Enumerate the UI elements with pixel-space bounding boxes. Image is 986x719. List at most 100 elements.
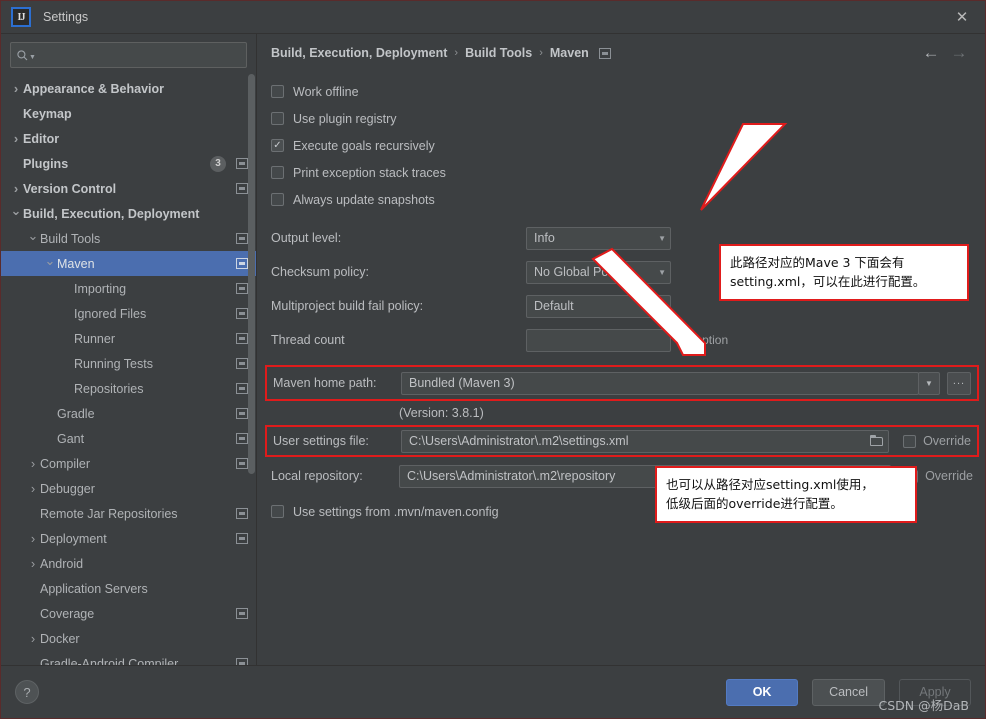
thread-count-input[interactable] <box>526 328 671 352</box>
cancel-button[interactable]: Cancel <box>812 678 885 706</box>
checkbox-work-offline[interactable] <box>271 85 284 98</box>
maven-home-path-input[interactable]: Bundled (Maven 3) <box>401 371 919 395</box>
sidebar-item-label: Gant <box>57 431 85 446</box>
user-settings-override[interactable]: Override <box>903 434 971 448</box>
sidebar-item-running-tests[interactable]: ›Running Tests <box>1 351 256 376</box>
checkbox-print-exception-stack-traces[interactable] <box>271 166 284 179</box>
chevron-right-icon[interactable]: › <box>26 481 40 496</box>
sidebar-item-android[interactable]: › Android <box>1 551 256 576</box>
user-settings-file-input[interactable]: C:\Users\Administrator\.m2\settings.xml <box>401 429 890 453</box>
sidebar-item-keymap[interactable]: ›Keymap <box>1 101 256 126</box>
sidebar-item-application-servers[interactable]: ›Application Servers <box>1 576 256 601</box>
checkbox-label: Use settings from .mvn/maven.config <box>293 504 499 519</box>
settings-tree[interactable]: ›Appearance & Behavior›Keymap›Editor›Plu… <box>1 74 256 665</box>
sidebar-item-label: Plugins <box>23 156 69 171</box>
sidebar-item-label: Running Tests <box>74 356 153 371</box>
breadcrumb-part-2[interactable]: Maven <box>550 46 589 60</box>
sidebar-scrollbar-thumb[interactable] <box>248 74 255 474</box>
sidebar-item-gradle-android-compiler[interactable]: ›Gradle-Android Compiler <box>1 651 256 665</box>
sidebar-item-badge: 3 <box>210 155 226 172</box>
chevron-right-icon[interactable]: › <box>26 556 40 571</box>
sidebar-item-editor[interactable]: › Editor <box>1 126 256 151</box>
chevron-right-icon[interactable]: › <box>26 631 40 646</box>
forward-arrow-icon[interactable]: → <box>945 40 973 66</box>
sidebar-item-plugins[interactable]: ›Plugins3 <box>1 151 256 176</box>
project-settings-icon <box>236 408 248 419</box>
chevron-right-icon[interactable]: › <box>9 81 23 96</box>
annotation-1-line-2: setting.xml，可以在此进行配置。 <box>730 274 926 290</box>
override-label: Override <box>925 469 973 483</box>
checkbox-user-settings-override[interactable] <box>903 434 917 448</box>
user-settings-file-value: C:\Users\Administrator\.m2\settings.xml <box>409 434 629 448</box>
checkbox-use-plugin-registry[interactable] <box>271 112 284 125</box>
close-icon[interactable]: ✕ <box>939 1 985 33</box>
checkbox-use-mvn-maven-config[interactable] <box>271 505 284 518</box>
sidebar-item-maven[interactable]: ⌄ Maven <box>1 251 256 276</box>
multiproject-build-fail-policy-dropdown[interactable]: Default ▼ <box>526 294 671 318</box>
folder-icon[interactable] <box>870 435 884 447</box>
chevron-right-icon[interactable]: › <box>9 181 23 196</box>
dialog-body: ▼ ›Appearance & Behavior›Keymap›Editor›P… <box>1 34 985 665</box>
checkbox-row-always-update-snapshots[interactable]: Always update snapshots <box>271 186 973 213</box>
sidebar-item-gradle[interactable]: ›Gradle <box>1 401 256 426</box>
chevron-down-icon[interactable]: ⌄ <box>26 228 40 244</box>
sidebar-item-coverage[interactable]: ›Coverage <box>1 601 256 626</box>
local-repository-label: Local repository: <box>271 469 363 483</box>
checkbox-label: Use plugin registry <box>293 111 397 126</box>
annotation-1-line-1: 此路径对应的Mave 3 下面会有 <box>730 255 905 270</box>
chevron-right-icon[interactable]: › <box>9 131 23 146</box>
search-input[interactable] <box>35 47 240 63</box>
sidebar-item-version-control[interactable]: › Version Control <box>1 176 256 201</box>
sidebar-item-compiler[interactable]: › Compiler <box>1 451 256 476</box>
sidebar-item-label: Version Control <box>23 181 117 196</box>
checkbox-row-use-plugin-registry[interactable]: Use plugin registry <box>271 105 973 132</box>
annotation-2-line-2: 低级后面的override进行配置。 <box>666 496 843 512</box>
search-box[interactable]: ▼ <box>10 42 247 68</box>
back-arrow-icon[interactable]: ← <box>917 40 945 66</box>
chevron-down-icon[interactable]: ⌄ <box>9 203 23 219</box>
sidebar-item-label: Repositories <box>74 381 144 396</box>
sidebar-item-ignored-files[interactable]: ›Ignored Files <box>1 301 256 326</box>
sidebar-item-build-execution-deployment[interactable]: ⌄ Build, Execution, Deployment <box>1 201 256 226</box>
maven-home-path-dropdown-button[interactable]: ▼ <box>918 371 940 395</box>
search-caret-icon: ▼ <box>29 53 36 61</box>
ok-button[interactable]: OK <box>726 678 799 706</box>
multiproject-build-fail-policy-label: Multiproject build fail policy: <box>271 299 424 313</box>
annotation-callout-1: 此路径对应的Mave 3 下面会有 setting.xml，可以在此进行配置。 <box>719 244 969 301</box>
checkbox-row-work-offline[interactable]: Work offline <box>271 78 973 105</box>
project-settings-icon <box>236 308 248 319</box>
sidebar-item-runner[interactable]: ›Runner <box>1 326 256 351</box>
sidebar-item-deployment[interactable]: › Deployment <box>1 526 256 551</box>
help-icon[interactable]: ? <box>15 680 39 704</box>
maven-home-path-browse-button[interactable]: ... <box>947 371 971 395</box>
sidebar-item-debugger[interactable]: › Debugger <box>1 476 256 501</box>
chevron-right-icon[interactable]: › <box>26 531 40 546</box>
project-settings-icon <box>236 383 248 394</box>
sidebar-item-importing[interactable]: ›Importing <box>1 276 256 301</box>
checkbox-always-update-snapshots[interactable] <box>271 193 284 206</box>
project-settings-icon <box>236 658 248 665</box>
sidebar-item-build-tools[interactable]: ⌄ Build Tools <box>1 226 256 251</box>
breadcrumb-part-0[interactable]: Build, Execution, Deployment <box>271 46 447 60</box>
sidebar-item-label: Runner <box>74 331 115 346</box>
checksum-policy-dropdown[interactable]: No Global Policy ▼ <box>526 260 671 284</box>
output-level-dropdown[interactable]: Info ▼ <box>526 226 671 250</box>
sidebar-item-label: Maven <box>57 256 95 271</box>
breadcrumb-part-1[interactable]: Build Tools <box>465 46 532 60</box>
chevron-right-icon[interactable]: › <box>26 456 40 471</box>
project-settings-icon <box>236 433 248 444</box>
sidebar-item-appearance-behavior[interactable]: › Appearance & Behavior <box>1 76 256 101</box>
user-settings-file-label: User settings file: <box>273 434 369 448</box>
sidebar-scrollbar[interactable] <box>248 38 255 659</box>
chevron-down-icon[interactable]: ⌄ <box>43 253 57 269</box>
sidebar-item-gant[interactable]: ›Gant <box>1 426 256 451</box>
checkbox-row-print-exception-stack-traces[interactable]: Print exception stack traces <box>271 159 973 186</box>
checkbox-row-execute-goals-recursively[interactable]: ✓ Execute goals recursively <box>271 132 973 159</box>
sidebar-item-label: Remote Jar Repositories <box>40 506 178 521</box>
output-level-label: Output level: <box>271 231 342 245</box>
sidebar-item-docker[interactable]: › Docker <box>1 626 256 651</box>
thread-count-label: Thread count <box>271 333 345 347</box>
checkbox-execute-goals-recursively[interactable]: ✓ <box>271 139 284 152</box>
sidebar-item-remote-jar-repositories[interactable]: ›Remote Jar Repositories <box>1 501 256 526</box>
sidebar-item-repositories[interactable]: ›Repositories <box>1 376 256 401</box>
